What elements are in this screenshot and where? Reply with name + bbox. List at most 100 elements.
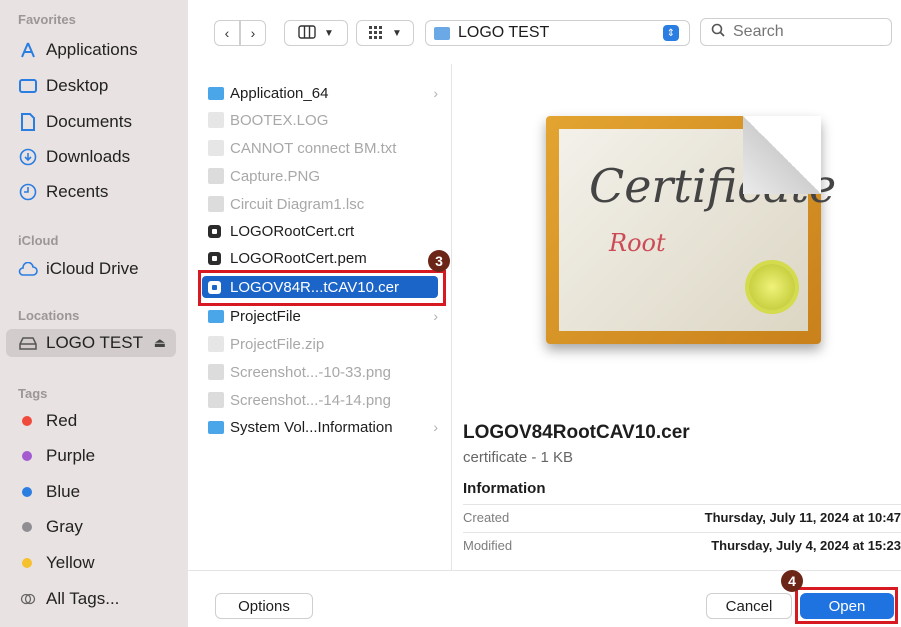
sidebar: Favorites Applications Desktop Documents…	[0, 0, 188, 627]
eject-icon[interactable]: ⏏	[154, 335, 166, 351]
list-item[interactable]: LOGORootCert.pem	[208, 247, 444, 269]
page-curl	[743, 116, 821, 194]
sidebar-item-label: Downloads	[46, 147, 131, 166]
sidebar-item-label: Purple	[46, 446, 96, 465]
sidebar-tag-blue[interactable]: Blue	[18, 478, 178, 506]
file-name: System Vol...Information	[230, 418, 393, 436]
sidebar-item-label: Documents	[46, 112, 132, 131]
sidebar-item-label: Red	[46, 411, 78, 430]
drive-icon	[18, 333, 38, 353]
cancel-button[interactable]: Cancel	[706, 593, 792, 619]
zip-file-icon	[208, 336, 224, 352]
toolbar: ‹ › ▼ ▼ LOGO TEST ⇕	[188, 0, 901, 64]
file-name: Capture.PNG	[230, 167, 321, 185]
list-item[interactable]: Screenshot...-10-33.png	[208, 361, 444, 383]
sidebar-item-downloads[interactable]: Downloads	[18, 143, 178, 171]
chevron-left-icon: ‹	[224, 25, 230, 41]
grid-icon	[368, 25, 384, 42]
location-popup[interactable]: LOGO TEST ⇕	[425, 20, 690, 46]
created-label: Created	[463, 510, 510, 525]
applications-icon	[18, 40, 38, 60]
view-columns-button[interactable]: ▼	[284, 20, 348, 46]
yellow-tag-dot	[22, 558, 32, 568]
gray-tag-dot	[22, 522, 32, 532]
sidebar-item-documents[interactable]: Documents	[18, 108, 178, 136]
back-button[interactable]: ‹	[214, 20, 240, 46]
highlight-box-selected-file	[198, 270, 446, 306]
search-input[interactable]	[733, 23, 873, 41]
purple-tag-dot	[22, 451, 32, 461]
chevron-right-icon: ›	[433, 308, 438, 324]
image-icon	[208, 168, 224, 184]
sidebar-item-label: iCloud Drive	[46, 259, 139, 278]
red-tag-dot	[22, 416, 32, 426]
desktop-icon	[18, 76, 38, 96]
list-item[interactable]: ProjectFile.zip	[208, 333, 444, 355]
chevron-down-icon: ▼	[392, 27, 402, 39]
location-label: LOGO TEST	[458, 24, 550, 41]
modified-value: Thursday, July 4, 2024 at 15:23	[711, 538, 901, 553]
seal-icon	[749, 264, 795, 310]
sidebar-item-label: LOGO TEST	[46, 333, 143, 352]
folder-icon	[208, 309, 224, 323]
sidebar-item-logo-test[interactable]: LOGO TEST ⏏	[6, 329, 176, 357]
preview-filename: LOGOV84RootCAV10.cer	[463, 422, 690, 443]
icloud-heading: iCloud	[18, 233, 59, 248]
chevron-right-icon: ›	[433, 85, 438, 101]
image-icon	[208, 392, 224, 408]
file-list: Application_64 › BOOTEX.LOG CANNOT connec…	[188, 64, 452, 570]
search-field[interactable]	[700, 18, 892, 46]
folder-icon	[208, 86, 224, 100]
options-button[interactable]: Options	[215, 593, 313, 619]
download-icon	[18, 147, 38, 167]
document-icon	[208, 112, 224, 128]
favorites-heading: Favorites	[18, 12, 76, 27]
locations-heading: Locations	[18, 308, 80, 323]
all-tags-icon	[18, 589, 38, 609]
chevron-right-icon: ›	[250, 25, 256, 41]
certificate-preview-image: Certificate Root	[546, 116, 836, 344]
list-item[interactable]: LOGORootCert.crt	[208, 220, 444, 242]
list-item[interactable]: BOOTEX.LOG	[208, 109, 444, 131]
sidebar-tag-yellow[interactable]: Yellow	[18, 549, 178, 577]
list-item[interactable]: Capture.PNG	[208, 165, 444, 187]
file-name: Screenshot...-10-33.png	[230, 363, 391, 381]
sidebar-item-label: All Tags...	[46, 589, 120, 608]
file-name: ProjectFile	[230, 307, 301, 325]
clock-icon	[18, 182, 38, 202]
columns-view-icon	[298, 24, 316, 42]
file-name: Application_64	[230, 84, 329, 102]
file-name: LOGORootCert.crt	[230, 222, 355, 240]
list-item[interactable]: System Vol...Information ›	[208, 416, 444, 438]
sidebar-item-label: Recents	[46, 182, 109, 201]
image-icon	[208, 364, 224, 380]
modified-row: Modified Thursday, July 4, 2024 at 15:23	[463, 532, 901, 558]
list-item[interactable]: Application_64 ›	[208, 82, 444, 104]
sidebar-all-tags[interactable]: All Tags...	[18, 585, 178, 613]
group-options-button[interactable]: ▼	[356, 20, 414, 46]
updown-chevron-icon: ⇕	[663, 25, 679, 41]
sidebar-tag-purple[interactable]: Purple	[18, 442, 178, 470]
list-item[interactable]: Circuit Diagram1.lsc	[208, 193, 444, 215]
sidebar-item-applications[interactable]: Applications	[18, 36, 178, 64]
sidebar-item-recents[interactable]: Recents	[18, 178, 178, 206]
sidebar-item-label: Blue	[46, 482, 81, 501]
sidebar-tag-red[interactable]: Red	[18, 407, 178, 435]
preview-kind: certificate - 1 KB	[463, 449, 574, 466]
sidebar-tag-gray[interactable]: Gray	[18, 513, 178, 541]
list-item[interactable]: Screenshot...-14-14.png	[208, 389, 444, 411]
sidebar-item-desktop[interactable]: Desktop	[18, 72, 178, 100]
list-item[interactable]: CANNOT connect BM.txt	[208, 137, 444, 159]
information-heading: Information	[463, 480, 546, 497]
forward-button[interactable]: ›	[240, 20, 266, 46]
folder-icon	[434, 26, 450, 40]
sidebar-item-icloud-drive[interactable]: iCloud Drive	[18, 255, 178, 283]
chevron-right-icon: ›	[433, 419, 438, 435]
folder-icon	[208, 420, 224, 434]
highlight-box-open-button	[795, 587, 898, 624]
list-item[interactable]: ProjectFile ›	[208, 305, 444, 327]
step-marker-3: 3	[428, 250, 450, 272]
created-value: Thursday, July 11, 2024 at 10:47	[704, 510, 901, 525]
document-icon	[208, 140, 224, 156]
file-name: LOGORootCert.pem	[230, 249, 367, 267]
